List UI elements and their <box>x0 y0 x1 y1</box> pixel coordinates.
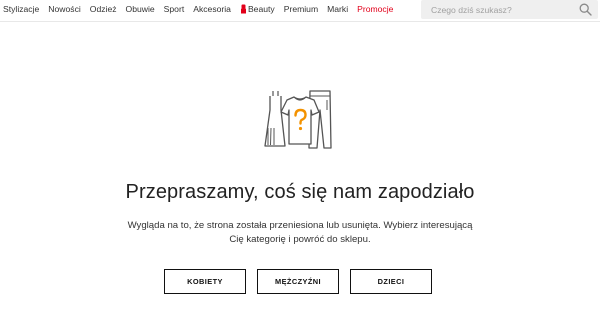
nav-item-obuwie[interactable]: Obuwie <box>126 4 155 14</box>
nav-item-premium[interactable]: Premium <box>284 4 318 14</box>
top-navigation: Stylizacje Nowości Odzież Obuwie Sport A… <box>0 0 600 22</box>
nav-item-stylizacje[interactable]: Stylizacje <box>3 4 39 14</box>
nav-item-odziez[interactable]: Odzież <box>90 4 117 14</box>
error-description-line-1: Wygląda na to, że strona została przenie… <box>127 220 473 231</box>
nav-item-beauty-label: Beauty <box>247 4 275 14</box>
nav-item-marki[interactable]: Marki <box>327 4 348 14</box>
nav-item-beauty[interactable]: Beauty <box>240 4 275 14</box>
kids-button[interactable]: DZIECI <box>350 269 432 294</box>
nav-item-sport[interactable]: Sport <box>164 4 185 14</box>
page-title: Przepraszamy, coś się nam zapodziało <box>125 181 475 203</box>
men-button[interactable]: MĘŻCZYŹNI <box>257 269 339 294</box>
category-buttons: KOBIETY MĘŻCZYŹNI DZIECI <box>164 269 432 294</box>
search-icon <box>579 3 592 16</box>
nav-item-nowosci[interactable]: Nowości <box>48 4 80 14</box>
women-button[interactable]: KOBIETY <box>164 269 246 294</box>
search-input[interactable] <box>431 3 571 16</box>
error-description: Wygląda na to, że strona została przenie… <box>100 219 500 247</box>
nav-item-promocje[interactable]: Promocje <box>357 4 393 14</box>
nav-item-akcesoria[interactable]: Akcesoria <box>193 4 231 14</box>
error-description-line-2: Cię kategorię i powróć do sklepu. <box>229 234 371 245</box>
lipstick-icon <box>240 4 246 14</box>
clothes-question-icon <box>264 90 332 149</box>
search-button[interactable] <box>579 3 592 16</box>
search-bar <box>421 0 598 19</box>
category-nav: Stylizacje Nowości Odzież Obuwie Sport A… <box>3 4 402 14</box>
